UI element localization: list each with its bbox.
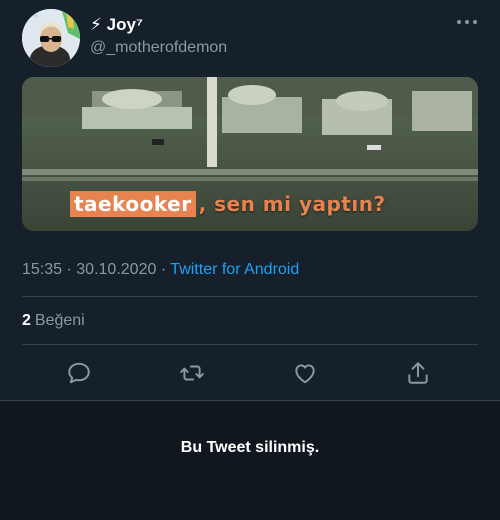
likes-count[interactable]: 2 Beğeni: [22, 312, 85, 330]
likes-number: 2: [22, 312, 31, 329]
tweet-source-link[interactable]: Twitter for Android: [170, 261, 299, 278]
username-handle[interactable]: @_motherofdemon: [90, 39, 227, 57]
divider: [22, 344, 478, 345]
avatar[interactable]: [22, 9, 80, 67]
tweet-date[interactable]: 30.10.2020: [76, 261, 156, 278]
divider: [22, 296, 478, 297]
media-caption-highlight: taekooker: [70, 191, 196, 217]
display-name[interactable]: ⚡ Joy⁷: [90, 15, 143, 35]
reply-icon[interactable]: [61, 355, 97, 391]
meta-separator: ·: [160, 261, 167, 278]
avatar-image: [22, 9, 80, 67]
media-caption: taekooker, sen mi yaptın?: [70, 191, 386, 217]
meta-separator: ·: [66, 261, 72, 278]
deleted-tweet-notice: Bu Tweet silinmiş.: [180, 439, 320, 456]
tweet-actions: [0, 355, 500, 391]
likes-label: Beğeni: [34, 312, 85, 329]
tweet-time[interactable]: 15:35: [22, 261, 62, 278]
share-icon[interactable]: [400, 355, 436, 391]
more-options-icon[interactable]: [456, 15, 478, 29]
media-caption-text: , sen mi yaptın?: [198, 192, 386, 216]
tweet-media-image[interactable]: taekooker, sen mi yaptın?: [22, 77, 478, 231]
retweet-icon[interactable]: [174, 355, 210, 391]
deleted-tweet-panel: Bu Tweet silinmiş.: [0, 400, 500, 520]
tweet-meta: 15:35 · 30.10.2020 · Twitter for Android: [22, 261, 299, 279]
heart-icon[interactable]: [287, 355, 323, 391]
